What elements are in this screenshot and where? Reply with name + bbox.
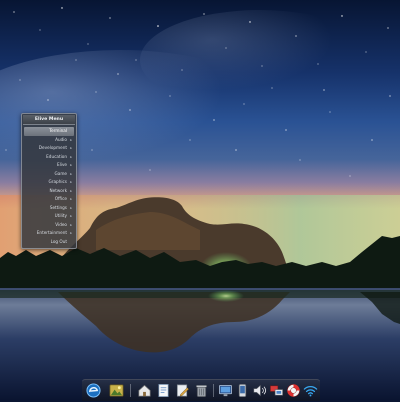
menu-item-network[interactable]: Network ▸ [24, 187, 74, 196]
submenu-arrow-icon: ▸ [70, 137, 72, 142]
menu-item-video[interactable]: Video ▸ [24, 221, 74, 230]
menu-item-label: Elive [56, 162, 67, 167]
menu-item-label: Utility [54, 213, 67, 218]
network-connections-icon[interactable] [269, 383, 284, 398]
menu-items: Terminal Audio ▸ Development ▸ Education ▸ … [22, 127, 76, 246]
trash-icon[interactable] [194, 383, 209, 398]
submenu-arrow-icon: ▸ [70, 231, 72, 235]
menu-item-log-out[interactable]: Log Out [24, 238, 74, 247]
menu-item-office[interactable]: Office ▸ [24, 195, 74, 204]
text-document-icon[interactable] [156, 383, 171, 398]
menu-item-label: Audio [55, 136, 67, 142]
menu-item-entertainment[interactable]: Entertainment ▸ [24, 229, 74, 238]
menu-item-label: Video [55, 221, 67, 227]
submenu-arrow-icon: ▸ [70, 154, 72, 159]
image-viewer-icon[interactable] [109, 383, 124, 398]
lifebuoy-help-icon[interactable] [286, 383, 301, 398]
menu-item-label: Office [54, 196, 67, 201]
dock-separator [213, 384, 214, 397]
elive-menu: Elive Menu Terminal Audio ▸ Development ▸ … [21, 113, 77, 249]
menu-item-utility[interactable]: Utility ▸ [24, 212, 74, 221]
submenu-arrow-icon: ▸ [70, 188, 72, 193]
submenu-arrow-icon: ▸ [70, 180, 72, 184]
text-editor-icon[interactable] [175, 383, 190, 398]
menu-item-label: Network [49, 187, 67, 193]
submenu-arrow-icon: ▸ [70, 163, 72, 167]
menu-item-label: Game [54, 170, 67, 176]
submenu-arrow-icon: ▸ [70, 205, 72, 210]
menu-title: Elive Menu [23, 115, 75, 125]
menu-item-audio[interactable]: Audio ▸ [24, 136, 74, 145]
menu-item-development[interactable]: Development ▸ [24, 144, 74, 153]
menu-item-label: Graphics [48, 179, 68, 184]
menu-item-elive[interactable]: Elive ▸ [24, 161, 74, 170]
menu-item-graphics[interactable]: Graphics ▸ [24, 178, 74, 187]
dock [82, 379, 320, 401]
menu-item-terminal[interactable]: Terminal [24, 127, 74, 136]
menu-item-settings[interactable]: Settings ▸ [24, 204, 74, 213]
menu-item-label: Education [46, 153, 67, 159]
submenu-arrow-icon: ▸ [70, 214, 72, 218]
menu-item-label: Development [38, 145, 67, 150]
menu-item-label: Log Out [50, 238, 67, 244]
menu-item-label: Terminal [49, 128, 67, 133]
display-settings-icon[interactable] [218, 383, 233, 398]
wifi-icon[interactable] [303, 383, 318, 398]
menu-item-label: Entertainment [36, 230, 67, 235]
menu-item-game[interactable]: Game ▸ [24, 170, 74, 179]
menu-item-education[interactable]: Education ▸ [24, 153, 74, 162]
submenu-arrow-icon: ▸ [70, 146, 72, 150]
menu-item-label: Settings [49, 204, 67, 210]
submenu-arrow-icon: ▸ [70, 222, 72, 227]
volume-icon[interactable] [252, 383, 267, 398]
submenu-arrow-icon: ▸ [70, 171, 72, 176]
home-folder-icon[interactable] [137, 383, 152, 398]
submenu-arrow-icon: ▸ [70, 197, 72, 201]
mobile-device-icon[interactable] [235, 383, 250, 398]
elive-logo-icon[interactable] [86, 383, 101, 398]
dock-separator [130, 384, 131, 397]
